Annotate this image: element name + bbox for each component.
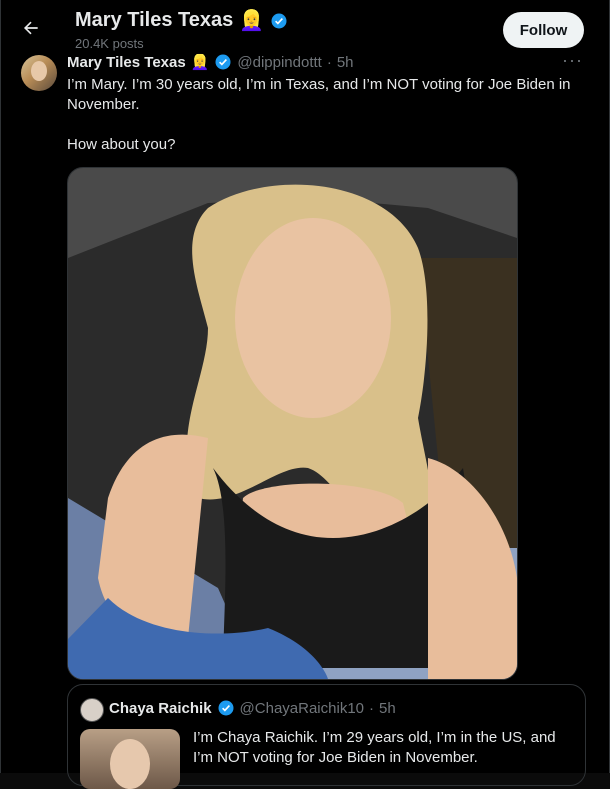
post-text: I’m Mary. I’m 30 years old, I’m in Texas… [67, 76, 571, 153]
post-count: 20.4K posts [75, 36, 144, 51]
author-handle[interactable]: @dippindottt [237, 54, 321, 71]
profile-header: Mary Tiles Texas 👱‍♀️ 20.4K posts Follow [1, 0, 609, 54]
author-name[interactable]: Mary Tiles Texas [67, 54, 186, 71]
quoted-meta-separator: · [369, 699, 374, 717]
profile-name: Mary Tiles Texas [75, 9, 234, 31]
follow-button[interactable]: Follow [503, 12, 584, 48]
back-button[interactable] [17, 14, 45, 42]
profile-title-block: Mary Tiles Texas 👱‍♀️ 20.4K posts [75, 8, 288, 51]
profile-emoji: 👱‍♀️ [239, 10, 265, 32]
post-photo[interactable] [67, 167, 518, 680]
profile-title: Mary Tiles Texas 👱‍♀️ [75, 8, 288, 33]
arrow-left-icon [23, 21, 38, 35]
quoted-post-text: I’m Chaya Raichik. I’m 29 years old, I’m… [193, 729, 556, 766]
quoted-author-name: Chaya Raichik [109, 699, 212, 717]
quoted-author-avatar [80, 698, 104, 722]
verified-badge-icon [215, 54, 231, 70]
verified-badge-icon [218, 700, 234, 716]
meta-separator: · [326, 53, 332, 71]
quoted-author-line: Chaya Raichik @ChayaRaichik10 · 5h [109, 699, 396, 717]
author-emoji: 👱‍♀️ [190, 54, 210, 71]
quoted-author-handle: @ChayaRaichik10 [239, 699, 364, 717]
post-time[interactable]: 5h [337, 54, 354, 71]
photo-illustration [68, 168, 517, 679]
quoted-post-time: 5h [379, 699, 396, 717]
quoted-post-thumbnail [80, 729, 180, 789]
post-author-line: Mary Tiles Texas 👱‍♀️ @dippindottt · 5h [67, 53, 354, 72]
author-avatar[interactable] [21, 55, 57, 91]
verified-badge-icon [271, 13, 287, 28]
quoted-post[interactable]: Chaya Raichik @ChayaRaichik10 · 5h I’m C… [67, 684, 586, 789]
timeline-column: Mary Tiles Texas 👱‍♀️ 20.4K posts Follow… [0, 0, 610, 789]
